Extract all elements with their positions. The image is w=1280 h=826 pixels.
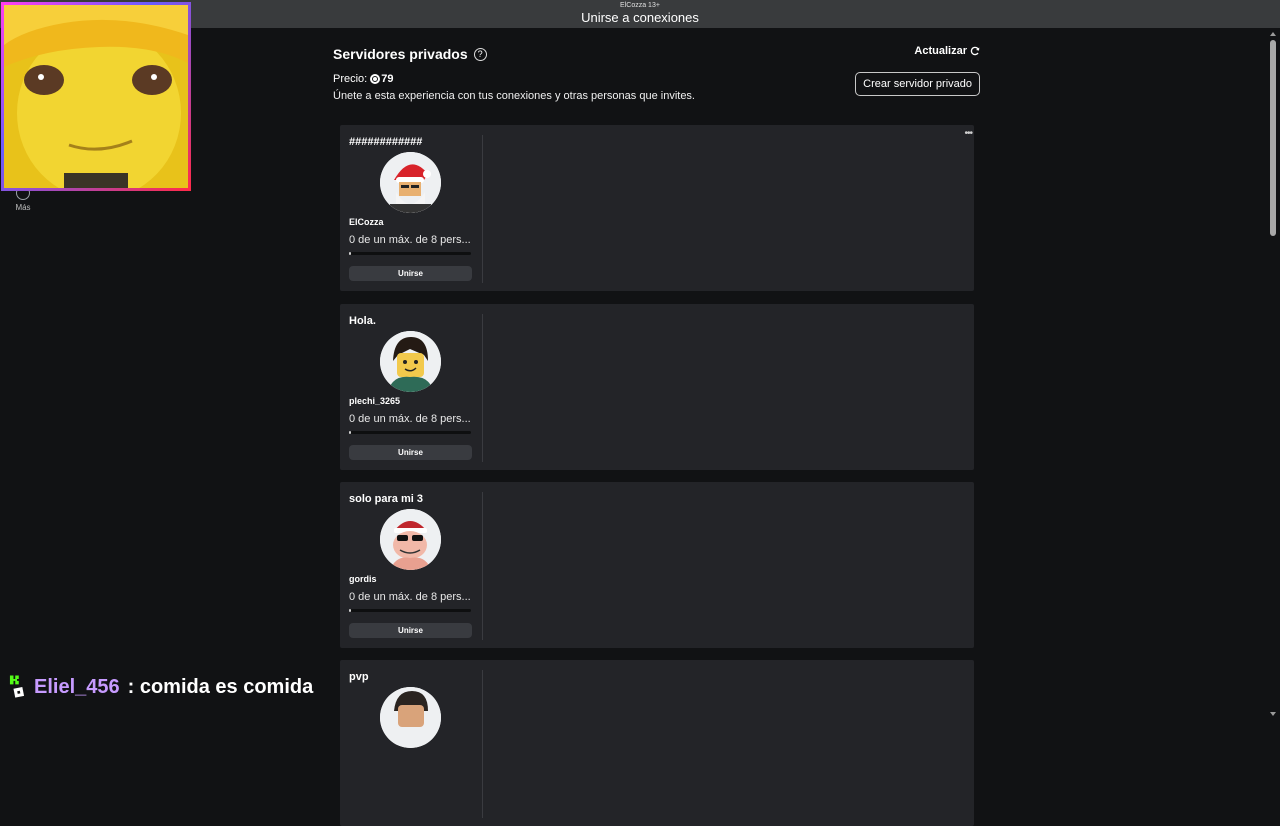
capacity-bar <box>349 431 471 434</box>
create-private-server-button[interactable]: Crear servidor privado <box>855 72 980 96</box>
player-count: 0 de un máx. de 8 pers... <box>349 591 471 603</box>
title-bar: ElCozza 13+ Unirse a conexiones <box>0 0 1280 28</box>
join-button[interactable]: Unirse <box>349 623 472 638</box>
server-card: pvp <box>340 660 974 826</box>
server-card: Hola. plechi_3265 0 de un máx. de 8 pers… <box>340 304 974 470</box>
server-name: Hola. <box>349 315 376 327</box>
owner-name[interactable]: gordis <box>349 574 377 584</box>
capacity-bar <box>349 252 471 255</box>
sidebar-item-label: Más <box>15 203 31 212</box>
scroll-down-icon[interactable] <box>1270 712 1276 716</box>
owner-avatar[interactable] <box>380 152 441 213</box>
owner-name[interactable]: ElCozza <box>349 217 384 227</box>
capacity-bar-fill <box>349 431 351 434</box>
window-title: Unirse a conexiones <box>581 10 699 25</box>
server-name: pvp <box>349 671 369 683</box>
refresh-icon <box>970 46 980 56</box>
avatar-image <box>380 509 441 570</box>
player-count: 0 de un máx. de 8 pers... <box>349 413 471 425</box>
scroll-up-icon[interactable] <box>1270 32 1276 36</box>
scrollbar-thumb[interactable] <box>1270 40 1276 236</box>
divider <box>482 670 483 818</box>
robux-icon <box>370 74 381 84</box>
capacity-bar <box>349 609 471 612</box>
divider <box>482 314 483 462</box>
owner-name[interactable]: plechi_3265 <box>349 396 400 406</box>
avatar-image <box>380 331 441 392</box>
price-label: Precio: <box>333 73 368 85</box>
divider <box>482 492 483 640</box>
owner-avatar[interactable] <box>380 687 441 748</box>
streamer-face-image <box>4 5 188 188</box>
server-name: solo para mi 3 <box>349 493 423 505</box>
join-button[interactable]: Unirse <box>349 445 472 460</box>
avatar-image <box>380 687 441 748</box>
stream-chat-message: Eliel_456 : comida es comida <box>8 672 313 702</box>
window-user-label: ElCozza 13+ <box>620 2 660 9</box>
server-card: ••• ############ ElCozza 0 de un máx. de… <box>340 125 974 291</box>
avatar-image <box>380 152 441 213</box>
kick-logo-icon <box>9 675 25 698</box>
owner-avatar[interactable] <box>380 331 441 392</box>
server-name: ############ <box>349 136 423 148</box>
help-icon[interactable]: ? <box>473 47 487 61</box>
more-options-icon[interactable]: ••• <box>964 128 972 139</box>
private-servers-header: Servidores privados ? Precio: 79 Únete a… <box>333 45 980 102</box>
page-title-text: Servidores privados <box>333 46 468 62</box>
chat-username: Eliel_456 <box>34 675 120 698</box>
chat-message: : comida es comida <box>127 675 314 698</box>
capacity-bar-fill <box>349 609 351 612</box>
price-value: 79 <box>381 73 394 85</box>
webcam-overlay <box>1 2 191 191</box>
refresh-button[interactable]: Actualizar <box>914 45 980 57</box>
divider <box>482 135 483 283</box>
server-card: solo para mi 3 gordis 0 de un máx. de 8 … <box>340 482 974 648</box>
refresh-label: Actualizar <box>914 45 967 57</box>
player-count: 0 de un máx. de 8 pers... <box>349 234 471 246</box>
join-button[interactable]: Unirse <box>349 266 472 281</box>
owner-avatar[interactable] <box>380 509 441 570</box>
capacity-bar-fill <box>349 252 351 255</box>
scrollbar[interactable] <box>1268 28 1278 720</box>
page-title: Servidores privados ? <box>333 46 980 62</box>
